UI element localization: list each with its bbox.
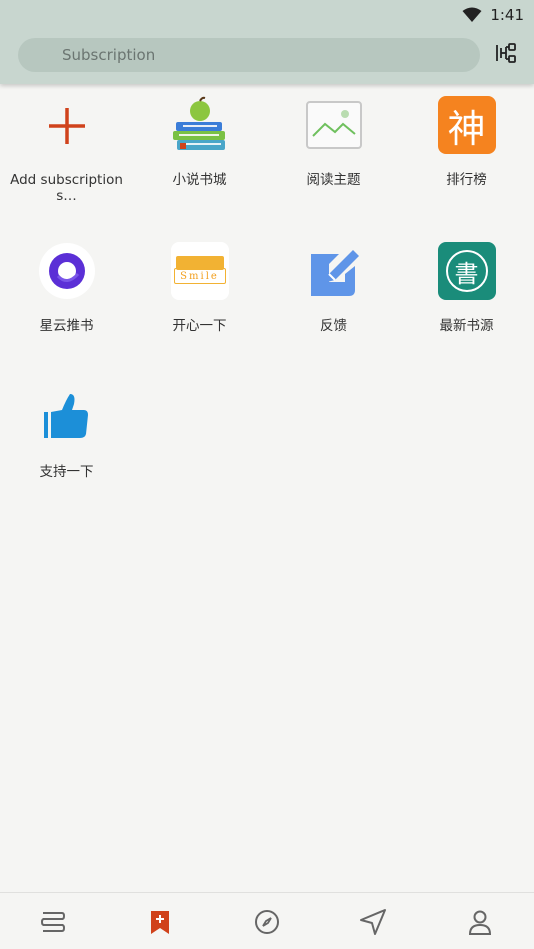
scan-icon[interactable] (496, 42, 518, 64)
item-label: 阅读主题 (306, 172, 361, 188)
subscription-tab-icon[interactable] (145, 907, 175, 937)
item-label: 小说书城 (172, 172, 227, 188)
status-bar: 1:41 (462, 4, 524, 26)
top-app-bar: 1:41 (0, 0, 534, 84)
nebula-icon (38, 243, 95, 299)
search-input[interactable] (62, 46, 442, 64)
status-time: 1:41 (490, 6, 524, 24)
wifi-icon (462, 7, 482, 22)
item-label: 星云推书 (39, 318, 94, 334)
image-icon (305, 101, 362, 149)
item-label: 开心一下 (172, 318, 227, 334)
item-label: Add subscription s… (10, 172, 123, 204)
bookshelf-icon[interactable] (38, 907, 68, 937)
item-label: 最新书源 (439, 318, 494, 334)
compass-icon[interactable] (252, 907, 282, 937)
feedback-edit-icon (310, 250, 359, 296)
item-label: 反馈 (320, 318, 347, 334)
ranking-icon: 神 (437, 96, 496, 154)
ranking-item[interactable]: 神 排行榜 (400, 96, 533, 188)
happy-item[interactable]: Smile 开心一下 (133, 242, 266, 334)
smile-icon: Smile (170, 242, 229, 300)
bottom-navigation (0, 892, 534, 949)
plus-icon (48, 108, 85, 144)
item-label: 支持一下 (39, 464, 94, 480)
thumbs-up-icon (43, 394, 88, 438)
reading-theme-item[interactable]: 阅读主题 (267, 96, 400, 188)
profile-icon[interactable] (465, 907, 495, 937)
search-bar[interactable] (18, 38, 480, 72)
novel-bookstore-item[interactable]: 小说书城 (133, 96, 266, 188)
books-apple-icon (172, 96, 225, 150)
latest-sources-item[interactable]: 書 最新书源 (400, 242, 533, 334)
item-label: 排行榜 (446, 172, 487, 188)
support-item[interactable]: 支持一下 (0, 388, 133, 480)
book-sources-icon: 書 (437, 242, 496, 300)
add-subscription-item[interactable]: Add subscription s… (0, 96, 133, 204)
search-icon (38, 48, 50, 60)
nebula-books-item[interactable]: 星云推书 (0, 242, 133, 334)
navigation-arrow-icon[interactable] (358, 907, 388, 937)
feedback-item[interactable]: 反馈 (267, 242, 400, 334)
